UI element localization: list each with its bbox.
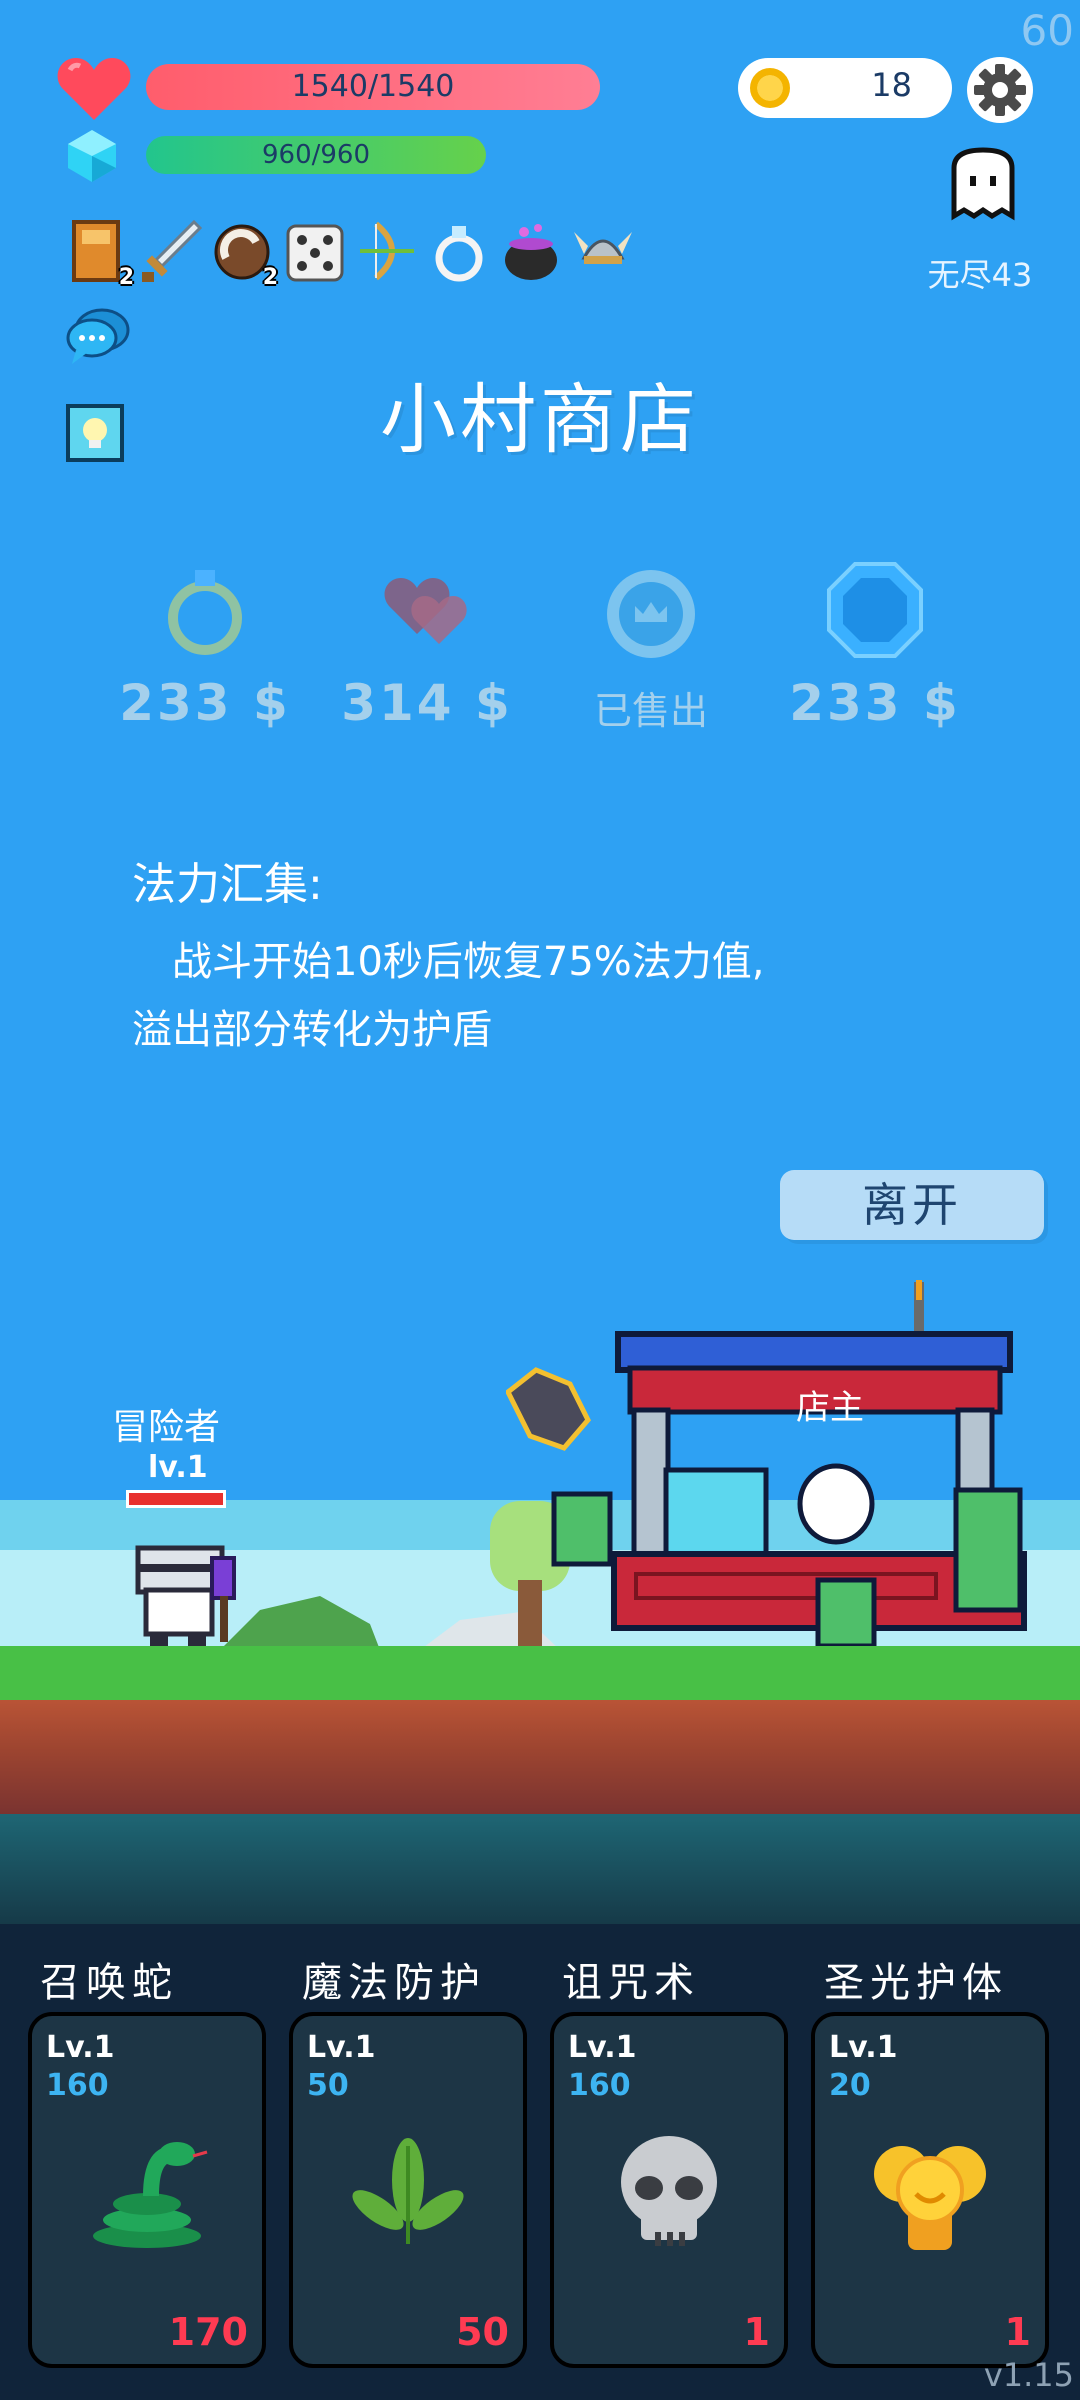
golden-orbs-icon (874, 2146, 986, 2250)
bow-icon[interactable] (356, 218, 418, 284)
item-description-line1: 战斗开始10秒后恢复75%法力值, (172, 939, 765, 985)
shop-title: 小村商店 (380, 375, 700, 464)
skill-level: Lv.1 (46, 2030, 115, 2065)
ring-icon (168, 570, 242, 655)
item-price: 233 $ (789, 674, 961, 732)
grass-ground (0, 1646, 1080, 1700)
skill-card-holy-shield[interactable]: Lv.1 20 1 (811, 2012, 1049, 2368)
skill-price: 1 (1004, 2310, 1031, 2354)
shop-item-sapphire[interactable]: 233 $ (780, 560, 970, 732)
coconut-icon[interactable]: 2 (212, 218, 278, 290)
item-description-line2: 溢出部分转化为护盾 (132, 1007, 492, 1053)
version-label: v1.15 (983, 2356, 1074, 2394)
heart-icon (57, 58, 131, 120)
skill-card-magic-protection[interactable]: Lv.1 50 50 (289, 2012, 527, 2368)
ghost-icon[interactable] (946, 146, 1020, 224)
coin-icon (750, 68, 790, 108)
skill-level: Lv.1 (307, 2030, 376, 2065)
fps-counter: 60 (1020, 6, 1074, 55)
item-price: 314 $ (341, 674, 513, 732)
cauldron-icon[interactable] (500, 218, 562, 284)
sold-out-label: 已售出 (593, 689, 708, 733)
player-health-bar (126, 1490, 226, 1508)
skill-name: 魔法防护 (302, 1960, 486, 2006)
skill-name: 召唤蛇 (40, 1960, 178, 2006)
hp-bar: 1540/1540 (146, 64, 600, 110)
skill-name: 圣光护体 (824, 1960, 1008, 2006)
skill-price: 50 (456, 2310, 509, 2354)
skill-level: Lv.1 (568, 2030, 637, 2065)
item-price: 233 $ (119, 674, 291, 732)
dirt-ground (0, 1700, 1080, 1814)
viking-helmet-icon[interactable] (572, 218, 634, 284)
mana-crystal-icon (68, 130, 116, 182)
shopkeeper-label: 店主 (796, 1388, 864, 1428)
skill-price: 1 (743, 2310, 770, 2354)
sword-icon[interactable] (140, 218, 203, 284)
skill-price: 170 (168, 2310, 248, 2354)
hearts-icon (384, 578, 467, 644)
player-health-fill (129, 1493, 223, 1505)
player-level: lv.1 (148, 1450, 208, 1485)
skill-level: Lv.1 (829, 2030, 898, 2065)
skill-mana-cost: 20 (829, 2068, 871, 2103)
endless-level-label: 无尽43 (927, 256, 1033, 294)
leave-button[interactable]: 离开 (780, 1170, 1044, 1240)
shop-item-crown-badge: 已售出 (556, 560, 746, 735)
crown-badge-icon (607, 570, 695, 658)
chat-icon[interactable] (66, 306, 130, 366)
snake-icon (93, 2142, 208, 2248)
book-icon[interactable]: 2 (68, 218, 134, 290)
skill-card-curse[interactable]: Lv.1 160 1 (550, 2012, 788, 2368)
player-name: 冒险者 (112, 1407, 221, 1448)
skill-mana-cost: 160 (568, 2068, 631, 2103)
skill-mana-cost: 50 (307, 2068, 349, 2103)
coin-amount: 18 (871, 66, 912, 104)
dice-icon[interactable] (284, 218, 346, 284)
item-description-title: 法力汇集: (132, 859, 323, 910)
leaf-icon (352, 2138, 464, 2244)
skill-card-summon-snake[interactable]: Lv.1 160 170 (28, 2012, 266, 2368)
shop-item-hearts[interactable]: 314 $ (332, 560, 522, 732)
player-knight-sprite (135, 1545, 236, 1646)
water-strip (0, 1814, 1080, 1924)
shop-cart-sprite (506, 1280, 1027, 1649)
ring-icon[interactable] (428, 218, 490, 284)
sapphire-icon (827, 562, 923, 658)
shop-item-ring[interactable]: 233 $ (110, 560, 300, 732)
skill-name: 诅咒术 (562, 1960, 700, 2006)
coin-counter: 18 (738, 58, 952, 118)
gear-icon[interactable] (966, 56, 1034, 124)
item-description: 战斗开始10秒后恢复75%法力值, 溢出部分转化为护盾 (132, 928, 952, 1064)
skull-icon (621, 2136, 717, 2246)
mp-bar: 960/960 (146, 136, 486, 174)
skill-mana-cost: 160 (46, 2068, 109, 2103)
